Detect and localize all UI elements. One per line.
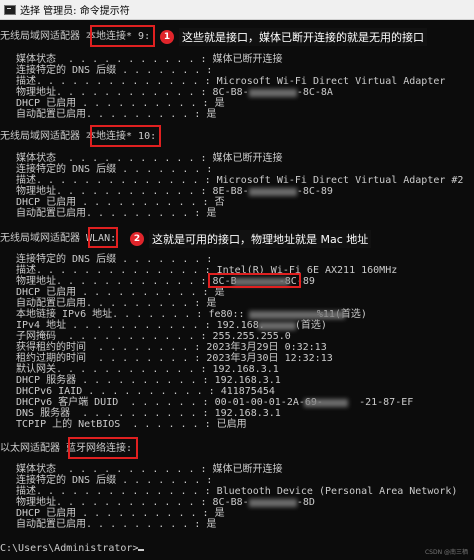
redaction-blur	[258, 322, 296, 330]
window-title: 选择 管理员: 命令提示符	[20, 6, 130, 17]
highlight-box-bluetooth	[68, 437, 138, 459]
highlight-box-local-9	[90, 25, 155, 47]
console-line: 描述. . . . . . . . . . . . . . : Microsof…	[16, 76, 446, 87]
text-cursor	[138, 549, 145, 551]
highlight-box-mac-address	[208, 273, 301, 288]
highlight-box-local-10	[90, 125, 161, 147]
console-line: TCPIP 上的 NetBIOS . . . . . . : 已启用	[16, 419, 247, 430]
console-line: 自动配置已启用. . . . . . . . . : 是	[16, 298, 217, 309]
redaction-blur	[249, 499, 297, 507]
redaction-blur	[304, 399, 348, 407]
console-line: DHCP 已启用 . . . . . . . . . . : 是	[16, 508, 225, 519]
annotation-text: 这些就是接口，媒体已断开连接的就是无用的接口	[179, 28, 427, 46]
console-line: DHCPv6 IAID . . . . . . . . . . : 411875…	[16, 386, 275, 397]
console-line: 描述. . . . . . . . . . . . . . : Bluetoot…	[16, 486, 458, 497]
console-line: 默认网关. . . . . . . . . . . . : 192.168.3.…	[16, 364, 279, 375]
annotation-number-badge: 1	[160, 30, 174, 44]
console-line: 连接特定的 DNS 后缀 . . . . . . . :	[16, 164, 213, 175]
redaction-blur	[249, 311, 345, 319]
console-line: 描述. . . . . . . . . . . . . . : Microsof…	[16, 175, 464, 186]
console-line: 子网掩码 . . . . . . . . . . . : 255.255.255…	[16, 331, 291, 342]
console-output[interactable]: 无线局域网适配器 本地连接* 9: 媒体状态 . . . . . . . . .…	[0, 21, 474, 560]
console-line: DHCP 已启用 . . . . . . . . . . : 是	[16, 287, 225, 298]
console-line: DHCP 已启用 . . . . . . . . . . : 是	[16, 98, 225, 109]
highlight-box-wlan	[88, 227, 118, 248]
console-line: 自动配置已启用. . . . . . . . . : 是	[16, 109, 217, 120]
console-line: 连接特定的 DNS 后缀 . . . . . . . :	[16, 254, 213, 265]
annotation-1: 1 这些就是接口，媒体已断开连接的就是无用的接口	[160, 28, 427, 46]
command-prompt-line[interactable]: C:\Users\Administrator>	[0, 543, 145, 554]
console-line: DHCPv6 客户端 DUID . . . . . . : 00-01-00-0…	[16, 397, 414, 408]
annotation-number-badge: 2	[130, 232, 144, 246]
command-prompt-window: 选择 管理员: 命令提示符 无线局域网适配器 本地连接* 9: 媒体状态 . .…	[0, 0, 474, 560]
console-line: 媒体状态 . . . . . . . . . . . : 媒体已断开连接	[16, 153, 283, 164]
console-line: 描述. . . . . . . . . . . . . . : Intel(R)…	[16, 265, 398, 276]
console-line: 连接特定的 DNS 后缀 . . . . . . . :	[16, 65, 213, 76]
console-line: 媒体状态 . . . . . . . . . . . : 媒体已断开连接	[16, 54, 283, 65]
console-line: 连接特定的 DNS 后缀 . . . . . . . :	[16, 475, 213, 486]
console-line: DHCP 已启用 . . . . . . . . . . : 否	[16, 197, 225, 208]
prompt-text: C:\Users\Administrator>	[0, 543, 139, 554]
console-line: 租约过期的时间 . . . . . . . . : 2023年3月30日 12:…	[16, 353, 333, 364]
console-line: 自动配置已启用. . . . . . . . . : 是	[16, 519, 217, 530]
watermark: CSDN @南三栖	[424, 549, 468, 556]
annotation-text: 这就是可用的接口，物理地址就是 Mac 地址	[149, 230, 372, 248]
title-bar[interactable]: 选择 管理员: 命令提示符	[0, 0, 474, 20]
redaction-blur	[249, 188, 297, 196]
console-line: 媒体状态 . . . . . . . . . . . : 媒体已断开连接	[16, 464, 283, 475]
console-line: DHCP 服务器 . . . . . . . . . . : 192.168.3…	[16, 375, 281, 386]
cmd-icon	[4, 4, 16, 15]
console-line: DNS 服务器 . . . . . . . . . . : 192.168.3.…	[16, 408, 281, 419]
annotation-2: 2 这就是可用的接口，物理地址就是 Mac 地址	[130, 230, 372, 248]
redaction-blur	[249, 89, 297, 97]
console-line: 自动配置已启用. . . . . . . . . : 是	[16, 208, 217, 219]
console-line: 获得租约的时间 . . . . . . . . : 2023年3月29日 0:3…	[16, 342, 327, 353]
